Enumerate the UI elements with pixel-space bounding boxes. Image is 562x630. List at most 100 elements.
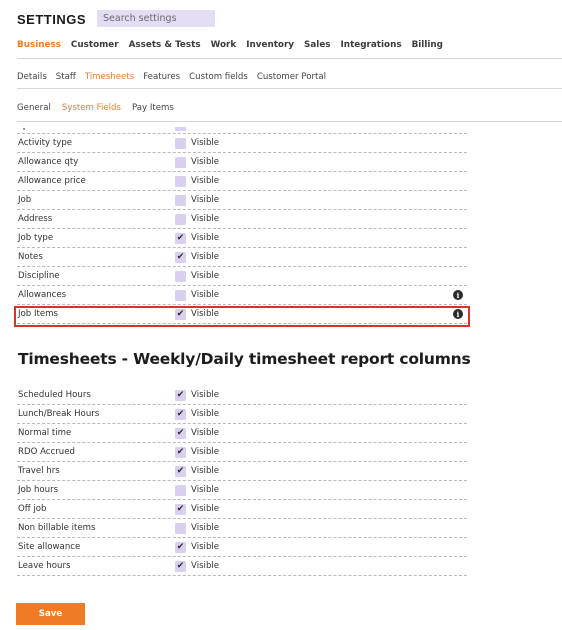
field-row: Allowance qty Visible <box>17 153 467 172</box>
visible-checkbox[interactable] <box>175 522 186 534</box>
field-label: Allowances <box>18 290 67 300</box>
subtab-features[interactable]: Features <box>143 72 180 82</box>
visible-checkbox[interactable]: ✔ <box>175 560 186 572</box>
field-row: Activity type Visible <box>17 134 467 153</box>
tab-work[interactable]: Work <box>211 40 237 50</box>
visible-checkbox[interactable]: ✔ <box>175 427 186 439</box>
visible-checkbox[interactable] <box>175 156 186 168</box>
visible-checkbox[interactable]: ✔ <box>175 503 186 515</box>
field-label: Allowance qty <box>18 157 79 167</box>
tab-billing[interactable]: Billing <box>412 40 443 50</box>
subtab-custom-fields[interactable]: Custom fields <box>189 72 248 82</box>
checkmark-icon: ✔ <box>176 541 185 552</box>
subsubtab-system-fields[interactable]: System Fields <box>62 103 121 113</box>
field-label: Site allowance <box>18 542 81 552</box>
visible-label: Visible <box>191 233 220 243</box>
tab-assets-tests[interactable]: Assets & Tests <box>129 40 201 50</box>
field-row: Discipline Visible <box>17 267 467 286</box>
visible-label: Visible <box>191 157 220 167</box>
visible-checkbox[interactable]: ✔ <box>175 465 186 477</box>
visible-label: Visible <box>191 447 220 457</box>
field-label: Activity type <box>18 138 73 148</box>
report-section-title: Timesheets - Weekly/Daily timesheet repo… <box>18 350 471 368</box>
subtab-details[interactable]: Details <box>17 72 47 82</box>
visible-checkbox[interactable]: ✔ <box>175 408 186 420</box>
tab-sales[interactable]: Sales <box>304 40 331 50</box>
visible-checkbox[interactable] <box>175 137 186 149</box>
visible-checkbox[interactable]: ✔ <box>175 251 186 263</box>
field-label: Scheduled Hours <box>18 390 91 400</box>
visible-checkbox[interactable]: ✔ <box>175 389 186 401</box>
highlight-box <box>14 306 470 327</box>
visible-label: Visible <box>191 214 220 224</box>
primary-nav-divider <box>17 58 562 59</box>
report-columns-table: Scheduled Hours ✔ Visible Lunch/Break Hours… <box>17 386 467 576</box>
field-row: Off job ✔ Visible <box>17 500 467 519</box>
tertiary-nav-divider <box>17 121 562 122</box>
field-label: Non billable items <box>18 523 96 533</box>
visible-label: Visible <box>191 428 220 438</box>
field-row: RDO Accrued ✔ Visible <box>17 443 467 462</box>
checkmark-icon: ✔ <box>176 560 185 571</box>
partially-scrolled-row <box>17 124 467 134</box>
visible-label: Visible <box>191 504 220 514</box>
checkmark-icon: ✔ <box>176 232 185 243</box>
field-row: Lunch/Break Hours ✔ Visible <box>17 405 467 424</box>
checkmark-icon: ✔ <box>176 446 185 457</box>
page-title: SETTINGS <box>17 11 87 27</box>
field-row: Address Visible <box>17 210 467 229</box>
subtab-staff[interactable]: Staff <box>56 72 76 82</box>
visible-checkbox[interactable] <box>175 270 186 282</box>
subsubtab-general[interactable]: General <box>17 103 51 113</box>
field-row: Scheduled Hours ✔ Visible <box>17 386 467 405</box>
search-input[interactable] <box>97 10 215 27</box>
checkmark-icon: ✔ <box>176 408 185 419</box>
field-label: RDO Accrued <box>18 447 75 457</box>
visible-label: Visible <box>191 195 220 205</box>
tab-business[interactable]: Business <box>17 40 61 50</box>
field-row: Allowances Visible i <box>17 286 467 305</box>
visible-checkbox[interactable]: ✔ <box>175 541 186 553</box>
field-label: Off job <box>18 504 47 514</box>
field-row: Allowance price Visible <box>17 172 467 191</box>
field-row: Notes ✔ Visible <box>17 248 467 267</box>
checkmark-icon: ✔ <box>176 427 185 438</box>
field-label: Job <box>18 195 32 205</box>
tab-inventory[interactable]: Inventory <box>246 40 294 50</box>
visible-label: Visible <box>191 271 220 281</box>
visible-checkbox[interactable] <box>175 194 186 206</box>
field-row: Job Visible <box>17 191 467 210</box>
visible-checkbox[interactable] <box>175 484 186 496</box>
checkbox-fragment <box>175 127 186 131</box>
field-row: Normal time ✔ Visible <box>17 424 467 443</box>
field-label: Job hours <box>18 485 59 495</box>
subtab-customer-portal[interactable]: Customer Portal <box>257 72 326 82</box>
subsubtab-pay-items[interactable]: Pay Items <box>132 103 174 113</box>
info-icon[interactable]: i <box>453 290 463 300</box>
tab-customer[interactable]: Customer <box>71 40 119 50</box>
visible-checkbox[interactable]: ✔ <box>175 446 186 458</box>
field-label: Address <box>18 214 53 224</box>
visible-label: Visible <box>191 252 220 262</box>
field-row: Job hours Visible <box>17 481 467 500</box>
field-label: Normal time <box>18 428 72 438</box>
checkmark-icon: ✔ <box>176 503 185 514</box>
save-button[interactable]: Save <box>16 603 85 625</box>
visible-checkbox[interactable] <box>175 289 186 301</box>
field-row: Non billable items Visible <box>17 519 467 538</box>
field-label: Travel hrs <box>18 466 60 476</box>
visible-checkbox[interactable]: ✔ <box>175 232 186 244</box>
field-label: Notes <box>18 252 43 262</box>
checkmark-icon: ✔ <box>176 465 185 476</box>
field-row: Job type ✔ Visible <box>17 229 467 248</box>
field-row: Leave hours ✔ Visible <box>17 557 467 576</box>
visible-label: Visible <box>191 523 220 533</box>
tab-integrations[interactable]: Integrations <box>341 40 402 50</box>
visible-checkbox[interactable] <box>175 213 186 225</box>
subtab-timesheets[interactable]: Timesheets <box>85 72 134 82</box>
visible-label: Visible <box>191 290 220 300</box>
visible-checkbox[interactable] <box>175 175 186 187</box>
field-label: Allowance price <box>18 176 86 186</box>
visible-label: Visible <box>191 176 220 186</box>
visible-label: Visible <box>191 466 220 476</box>
